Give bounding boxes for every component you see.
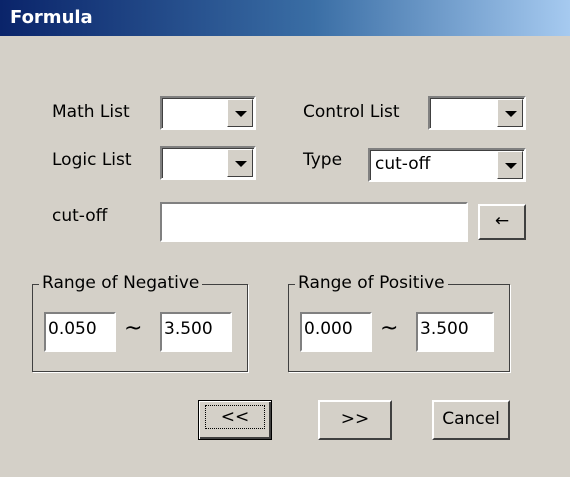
title-bar: Formula bbox=[0, 0, 570, 36]
cancel-button-label: Cancel bbox=[442, 409, 500, 429]
cutoff-label: cut-off bbox=[52, 206, 108, 226]
positive-range-separator: ~ bbox=[380, 316, 399, 341]
left-arrow-icon: ← bbox=[494, 211, 510, 231]
type-combo[interactable]: cut-off bbox=[368, 148, 526, 182]
positive-max-input[interactable]: 3.500 bbox=[416, 312, 494, 352]
chevron-down-icon[interactable] bbox=[497, 151, 523, 179]
logic-list-combo[interactable] bbox=[160, 146, 256, 180]
next-button-label: >> bbox=[340, 409, 370, 429]
insert-button[interactable]: ← bbox=[478, 204, 526, 240]
positive-min-input[interactable]: 0.000 bbox=[300, 312, 372, 352]
type-label: Type bbox=[303, 150, 343, 170]
control-list-combo[interactable] bbox=[428, 96, 526, 130]
chevron-down-icon[interactable] bbox=[227, 149, 253, 177]
range-negative-label: Range of Negative bbox=[39, 273, 203, 293]
range-positive-label: Range of Positive bbox=[295, 273, 448, 293]
dialog-body: Math List Control List Logic List Type c… bbox=[0, 36, 570, 477]
cancel-button[interactable]: Cancel bbox=[432, 400, 510, 440]
negative-range-separator: ~ bbox=[124, 316, 143, 341]
chevron-down-icon[interactable] bbox=[497, 99, 523, 127]
prev-button-label: << bbox=[205, 405, 265, 429]
prev-button[interactable]: << bbox=[198, 400, 272, 440]
logic-list-label: Logic List bbox=[52, 150, 132, 170]
next-button[interactable]: >> bbox=[318, 400, 392, 440]
window-title: Formula bbox=[10, 7, 93, 28]
negative-max-input[interactable]: 3.500 bbox=[160, 312, 232, 352]
control-list-label: Control List bbox=[303, 102, 400, 122]
math-list-combo[interactable] bbox=[160, 96, 256, 130]
math-list-label: Math List bbox=[52, 102, 130, 122]
chevron-down-icon[interactable] bbox=[227, 99, 253, 127]
cutoff-input[interactable] bbox=[160, 202, 468, 242]
negative-min-input[interactable]: 0.050 bbox=[44, 312, 116, 352]
type-value: cut-off bbox=[375, 154, 431, 174]
